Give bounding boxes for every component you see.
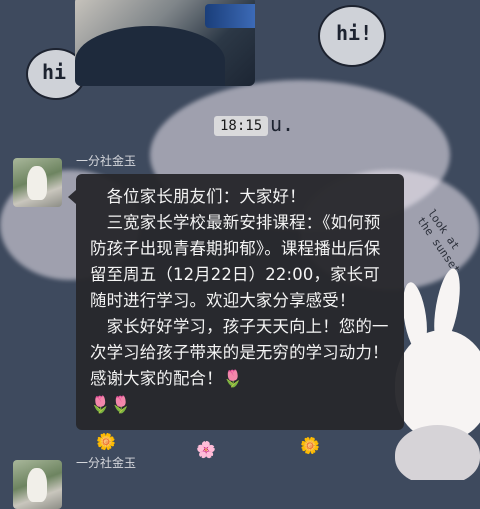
sender-name: 一分社金玉: [76, 456, 137, 470]
doodle-text: u.: [270, 112, 295, 136]
tulip-emoji: 🌷: [90, 395, 111, 414]
avatar-figure: [27, 166, 47, 200]
message-paragraph: 各位家长朋友们：大家好！: [90, 187, 306, 206]
hi-doodle-right: hi!: [318, 5, 386, 67]
image-message[interactable]: [75, 0, 255, 86]
message-paragraph: 三宽家长学校最新安排课程：《如何预防孩子出现青春期抑郁》。课程播出后保留至周五（…: [90, 213, 381, 310]
photo-phone: [205, 4, 255, 28]
tulip-emoji: 🌷: [222, 369, 244, 388]
message-timestamp: 18:15: [214, 116, 269, 136]
bunny-doodle: [395, 330, 480, 440]
photo-person: [75, 26, 225, 86]
avatar[interactable]: [13, 460, 62, 509]
message-bubble[interactable]: 各位家长朋友们：大家好！ 三宽家长学校最新安排课程：《如何预防孩子出现青春期抑郁…: [68, 174, 404, 430]
avatar-figure: [27, 468, 47, 502]
message-paragraph: 家长好好学习，孩子天天向上！您的一次学习给孩子带来的是无穷的学习动力！感谢大家的…: [90, 317, 389, 414]
tulip-emoji: 🌷: [110, 395, 132, 414]
sender-name: 一分社金玉: [76, 154, 137, 168]
avatar[interactable]: [13, 158, 62, 207]
